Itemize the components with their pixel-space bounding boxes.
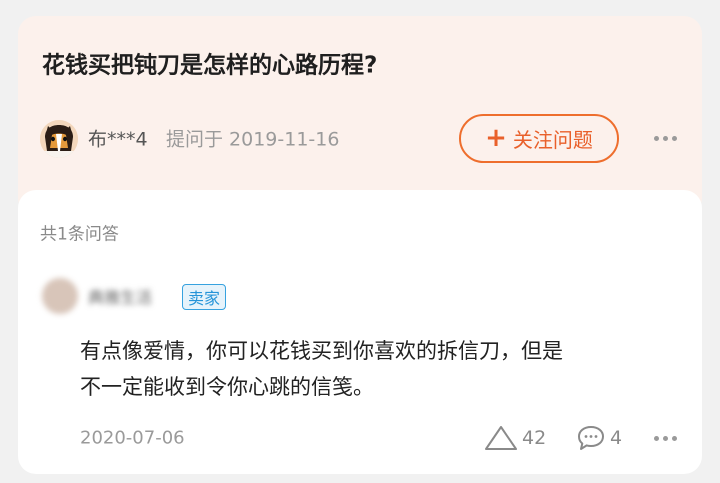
answer-text-line: 有点像爱情，你可以花钱买到你喜欢的拆信刀，但是 (80, 339, 563, 363)
more-dots-icon[interactable] (654, 136, 677, 141)
question-title: 花钱买把钝刀是怎样的心路历程? (42, 52, 378, 79)
seller-badge: 卖家 (182, 284, 227, 310)
plus-icon: + (485, 122, 507, 153)
asker-name[interactable]: 布***4 (88, 125, 148, 152)
answer-text-line: 不一定能收到令你心跳的信笺。 (80, 375, 374, 399)
follow-question-button[interactable]: + 关注问题 (459, 114, 619, 163)
comment-bubble-icon (578, 426, 604, 450)
comment-count: 4 (610, 427, 623, 449)
asker-avatar[interactable] (40, 120, 78, 158)
question-card: 花钱买把钝刀是怎样的心路历程? 布***4 提问于 2019-11-16 + 关… (18, 16, 702, 216)
asked-date: 提问于 2019-11-16 (166, 128, 340, 151)
answer-date: 2020-07-06 (80, 427, 185, 449)
answerer-avatar[interactable] (42, 278, 78, 314)
triangle-like-icon (485, 426, 517, 450)
cat-avatar-icon (40, 120, 78, 158)
more-dots-icon[interactable] (654, 436, 677, 441)
follow-question-label: 关注问题 (512, 128, 593, 152)
answerer-name[interactable]: 典雅生活 (88, 284, 152, 308)
like-button[interactable]: 42 (484, 425, 546, 451)
like-count: 42 (522, 427, 547, 449)
comment-button[interactable]: 4 (576, 424, 622, 452)
answer-card: 共1条问答 典雅生活 卖家 有点像爱情，你可以花钱买到你喜欢的拆信刀，但是 不一… (18, 190, 702, 474)
answer-text: 有点像爱情，你可以花钱买到你喜欢的拆信刀，但是 不一定能收到令你心跳的信笺。 (80, 333, 680, 405)
answer-count: 共1条问答 (40, 224, 119, 245)
